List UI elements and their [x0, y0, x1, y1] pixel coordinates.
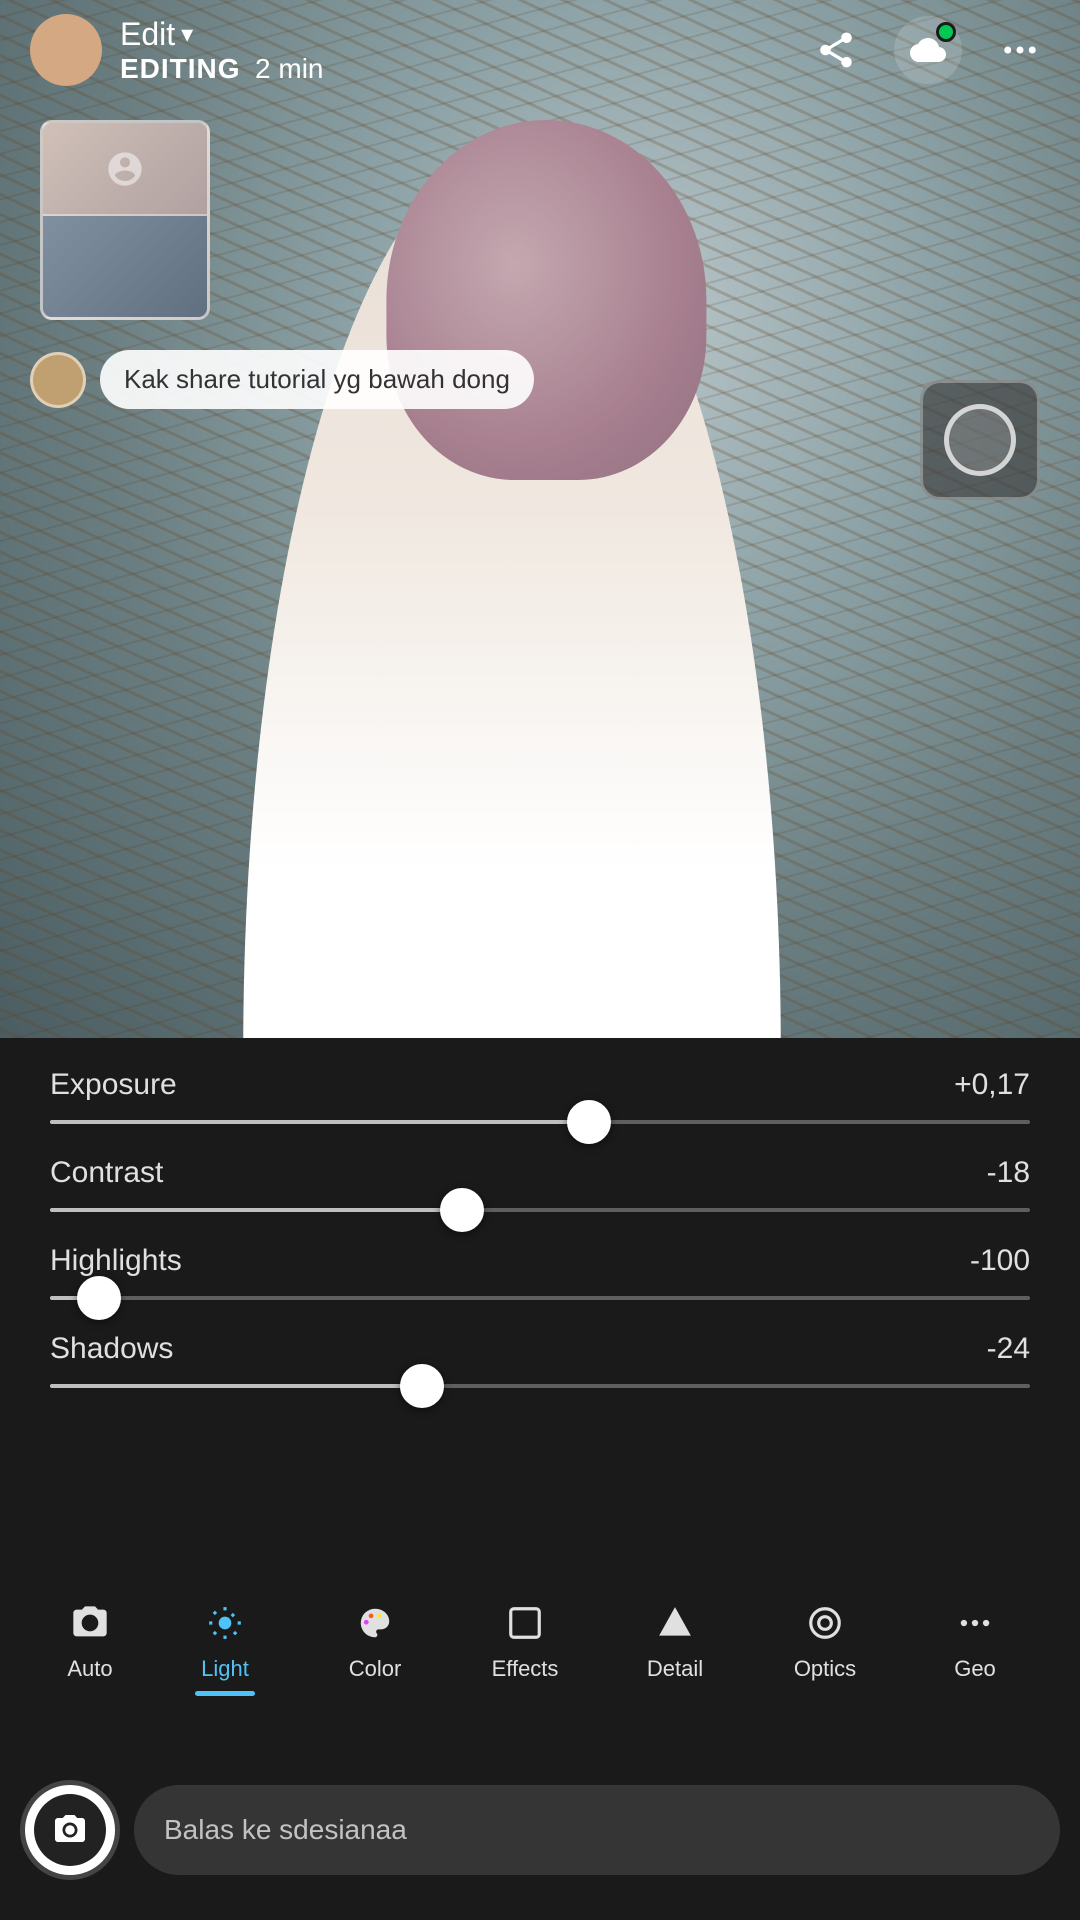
photo-area: Edit ▾ EDITING 2 min	[0, 0, 1080, 1050]
share-button[interactable]	[806, 20, 866, 80]
light-icon	[206, 1598, 244, 1648]
edit-label[interactable]: Edit	[120, 16, 175, 53]
tool-label-auto: Auto	[67, 1656, 112, 1682]
tool-active-indicator	[195, 1691, 255, 1696]
tool-item-light[interactable]: Light	[150, 1598, 300, 1682]
camera-inner-icon	[34, 1794, 106, 1866]
editing-time: 2 min	[255, 53, 323, 84]
color-icon	[356, 1598, 394, 1648]
slider-value-shadows: -24	[987, 1332, 1030, 1366]
chevron-down-icon[interactable]: ▾	[181, 20, 193, 49]
bottom-bar: Balas ke sdesianaa	[0, 1740, 1080, 1920]
comment-text[interactable]: Kak share tutorial yg bawah dong	[100, 350, 534, 409]
tool-label-effects: Effects	[492, 1656, 559, 1682]
slider-row-contrast: Contrast -18	[50, 1156, 1030, 1212]
camera-circle-icon	[944, 404, 1016, 476]
slider-label-exposure: Exposure	[50, 1068, 177, 1102]
slider-thumb-highlights[interactable]	[77, 1276, 121, 1320]
cloud-sync-button[interactable]	[894, 16, 962, 84]
slider-track-highlights[interactable]	[50, 1296, 1030, 1300]
slider-value-highlights: -100	[970, 1244, 1030, 1278]
slider-track-exposure[interactable]	[50, 1120, 1030, 1124]
commenter-avatar	[30, 352, 86, 408]
slider-label-shadows: Shadows	[50, 1332, 173, 1366]
top-bar: Edit ▾ EDITING 2 min	[0, 0, 1080, 100]
slider-thumb-shadows[interactable]	[400, 1364, 444, 1408]
slider-row-exposure: Exposure +0,17	[50, 1068, 1030, 1124]
reply-placeholder: Balas ke sdesianaa	[164, 1814, 407, 1846]
tool-item-detail[interactable]: Detail	[600, 1598, 750, 1682]
slider-value-contrast: -18	[987, 1156, 1030, 1190]
camera-capture-button[interactable]	[20, 1780, 120, 1880]
slider-track-shadows[interactable]	[50, 1384, 1030, 1388]
comment-bubble: Kak share tutorial yg bawah dong	[30, 350, 534, 409]
effects-icon	[506, 1598, 544, 1648]
optics-icon	[806, 1598, 844, 1648]
top-right-icons	[806, 16, 1050, 84]
thumbnail-bottom	[43, 216, 207, 317]
tool-item-geo[interactable]: Geo	[900, 1598, 1050, 1682]
tool-label-geo: Geo	[954, 1656, 996, 1682]
video-control-button[interactable]	[920, 380, 1040, 500]
slider-thumb-contrast[interactable]	[440, 1188, 484, 1232]
more-options-button[interactable]	[990, 20, 1050, 80]
thumbnail-overlay[interactable]	[40, 120, 210, 320]
tool-label-optics: Optics	[794, 1656, 856, 1682]
cloud-status-dot	[936, 22, 956, 42]
tool-label-light: Light	[201, 1656, 249, 1682]
tool-item-color[interactable]: Color	[300, 1598, 450, 1682]
geo-icon	[956, 1598, 994, 1648]
tool-label-detail: Detail	[647, 1656, 703, 1682]
tool-item-optics[interactable]: Optics	[750, 1598, 900, 1682]
slider-label-contrast: Contrast	[50, 1156, 163, 1190]
editing-status: EDITING	[120, 53, 241, 84]
drag-handle[interactable]	[470, 1022, 610, 1030]
reply-input[interactable]: Balas ke sdesianaa	[134, 1785, 1060, 1875]
tool-label-color: Color	[349, 1656, 402, 1682]
edit-section: Edit ▾ EDITING 2 min	[120, 16, 323, 85]
slider-thumb-exposure[interactable]	[567, 1100, 611, 1144]
slider-row-highlights: Highlights -100	[50, 1244, 1030, 1300]
tools-bar: Auto Light Color Effects Detail Optics Geo	[0, 1580, 1080, 1740]
tool-item-effects[interactable]: Effects	[450, 1598, 600, 1682]
slider-row-shadows: Shadows -24	[50, 1332, 1030, 1388]
camera-icon	[70, 1598, 110, 1648]
tool-item-camera[interactable]: Auto	[30, 1598, 150, 1682]
thumbnail-top	[43, 123, 207, 216]
slider-label-highlights: Highlights	[50, 1244, 182, 1278]
slider-value-exposure: +0,17	[954, 1068, 1030, 1102]
avatar	[30, 14, 102, 86]
detail-icon	[656, 1598, 694, 1648]
slider-track-contrast[interactable]	[50, 1208, 1030, 1212]
